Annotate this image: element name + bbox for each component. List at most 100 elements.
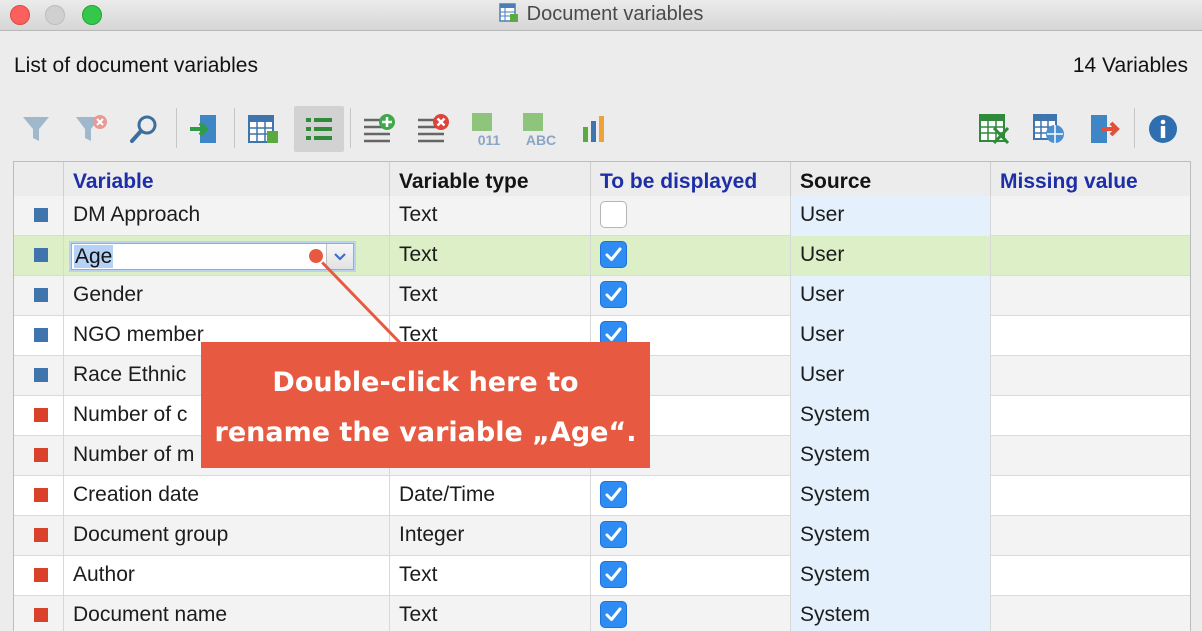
export-excel-icon [979, 114, 1010, 145]
source-cell[interactable]: System [791, 596, 991, 631]
variable-name-input[interactable]: Age [74, 245, 114, 268]
display-cell[interactable] [591, 596, 791, 631]
row-marker-cell[interactable] [14, 396, 64, 436]
variable-name-editor[interactable]: Age [71, 243, 354, 270]
row-marker-cell[interactable] [14, 356, 64, 396]
variable-name-cell[interactable]: Document name [64, 596, 390, 631]
export-button[interactable] [1084, 106, 1124, 152]
variable-source-marker [34, 408, 48, 422]
table-row[interactable]: Document group Integer System [14, 516, 1190, 556]
missing-value-cell[interactable] [991, 556, 1190, 596]
row-marker-cell[interactable] [14, 556, 64, 596]
row-marker-cell[interactable] [14, 436, 64, 476]
table-row[interactable]: Author Text System [14, 556, 1190, 596]
variable-type-cell[interactable]: Integer [390, 516, 591, 556]
text-variable-button[interactable]: ABC [519, 106, 559, 152]
missing-value-cell[interactable] [991, 436, 1190, 476]
missing-value-cell[interactable] [991, 196, 1190, 236]
display-checkbox[interactable] [600, 521, 627, 548]
variable-source-marker [34, 248, 48, 262]
source-cell[interactable]: System [791, 476, 991, 516]
display-checkbox[interactable] [600, 241, 627, 268]
display-cell[interactable] [591, 516, 791, 556]
variable-name-cell[interactable]: Author [64, 556, 390, 596]
missing-value-cell[interactable] [991, 396, 1190, 436]
missing-value-cell[interactable] [991, 276, 1190, 316]
editor-dropdown-button[interactable] [326, 244, 353, 269]
instruction-callout: Double-click here to rename the variable… [201, 342, 650, 468]
info-button[interactable] [1143, 106, 1183, 152]
checkmark-icon [605, 527, 622, 541]
search-button[interactable] [124, 106, 164, 152]
export-excel-button[interactable] [975, 106, 1015, 152]
row-marker-cell[interactable] [14, 316, 64, 356]
source-cell[interactable]: System [791, 556, 991, 596]
source-cell[interactable]: User [791, 196, 991, 236]
filter-button[interactable] [16, 106, 56, 152]
source-cell[interactable]: System [791, 396, 991, 436]
export-web-button[interactable] [1029, 106, 1069, 152]
delete-variable-icon [418, 114, 449, 143]
table-row[interactable]: Gender Text User [14, 276, 1190, 316]
variable-name-cell[interactable]: Gender [64, 276, 390, 316]
row-marker-cell[interactable] [14, 276, 64, 316]
chevron-down-icon [334, 252, 346, 261]
display-cell[interactable] [591, 556, 791, 596]
add-variable-button[interactable] [358, 106, 398, 152]
search-icon [130, 115, 157, 143]
list-view-icon [306, 118, 332, 140]
row-marker-cell[interactable] [14, 236, 64, 276]
source-cell[interactable]: User [791, 356, 991, 396]
table-row[interactable]: DM Approach Text User [14, 196, 1190, 236]
variable-type-cell[interactable]: Text [390, 556, 591, 596]
source-cell[interactable]: System [791, 516, 991, 556]
source-cell[interactable]: User [791, 236, 991, 276]
display-checkbox[interactable] [600, 481, 627, 508]
display-checkbox[interactable] [600, 561, 627, 588]
missing-value-cell[interactable] [991, 516, 1190, 556]
row-marker-cell[interactable] [14, 196, 64, 236]
missing-value-cell[interactable] [991, 596, 1190, 631]
variable-source-marker [34, 608, 48, 622]
variable-type-cell[interactable]: Text [390, 196, 591, 236]
table-view-icon [248, 115, 278, 143]
variable-name-cell[interactable]: DM Approach [64, 196, 390, 236]
variable-type-cell[interactable]: Date/Time [390, 476, 591, 516]
delete-variable-button[interactable] [412, 106, 452, 152]
variable-source-marker [34, 488, 48, 502]
table-row[interactable]: Document name Text System [14, 596, 1190, 631]
numeric-variable-button[interactable]: 011 [466, 106, 506, 152]
table-row[interactable]: Creation date Date/Time System [14, 476, 1190, 516]
clear-filter-button[interactable] [71, 106, 111, 152]
window-title: Document variables [526, 3, 704, 25]
row-marker-cell[interactable] [14, 596, 64, 631]
missing-value-cell[interactable] [991, 356, 1190, 396]
variable-type-cell[interactable]: Text [390, 596, 591, 631]
variable-type-cell[interactable]: Text [390, 236, 591, 276]
missing-value-cell[interactable] [991, 476, 1190, 516]
display-cell[interactable] [591, 276, 791, 316]
display-cell[interactable] [591, 196, 791, 236]
row-marker-cell[interactable] [14, 476, 64, 516]
source-cell[interactable]: User [791, 316, 991, 356]
row-marker-cell[interactable] [14, 516, 64, 556]
source-cell[interactable]: User [791, 276, 991, 316]
statistics-button[interactable] [574, 106, 614, 152]
list-view-button[interactable] [294, 106, 344, 152]
display-checkbox[interactable] [600, 281, 627, 308]
source-cell[interactable]: System [791, 436, 991, 476]
callout-line-1: Double-click here to [272, 367, 579, 398]
display-cell[interactable] [591, 476, 791, 516]
variable-source-marker [34, 568, 48, 582]
table-view-button[interactable] [243, 106, 283, 152]
variable-name-cell[interactable]: Document group [64, 516, 390, 556]
display-cell[interactable] [591, 236, 791, 276]
missing-value-cell[interactable] [991, 236, 1190, 276]
display-checkbox[interactable] [600, 201, 627, 228]
variable-name-cell[interactable]: Creation date [64, 476, 390, 516]
missing-value-cell[interactable] [991, 316, 1190, 356]
variable-type-cell[interactable]: Text [390, 276, 591, 316]
checkmark-icon [605, 247, 622, 261]
display-checkbox[interactable] [600, 601, 627, 628]
import-button[interactable] [183, 106, 223, 152]
